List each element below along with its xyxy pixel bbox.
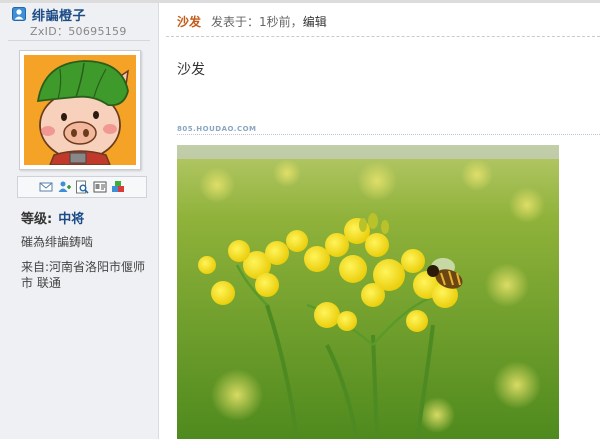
posted-prefix: 发表于： [211, 15, 260, 29]
user-online-icon [12, 7, 26, 21]
watermark-logo: 805.HOUDAO.COM [177, 125, 257, 133]
header-divider [166, 36, 600, 37]
divider [8, 40, 150, 41]
post-body: 沙发 [177, 62, 205, 78]
post-time: 1秒前 [259, 15, 291, 29]
post-photo[interactable] [177, 145, 559, 439]
user-rank: 等级: 中将 [21, 208, 84, 227]
separator: ， [290, 15, 303, 29]
post-header: 沙发 发表于：1秒前，编辑 [177, 13, 327, 30]
add-friend-icon[interactable] [57, 180, 71, 194]
user-bio: 磪為绯諞鋳啮 [21, 235, 94, 249]
search-icon[interactable] [75, 180, 89, 194]
message-icon[interactable] [39, 180, 53, 194]
profile-card-icon[interactable] [93, 180, 107, 194]
username-link[interactable]: 绯諞橙子 [32, 5, 86, 24]
watermark-divider [177, 134, 600, 135]
user-id: ZxID：50695159 [30, 25, 127, 38]
rank-value[interactable]: 中将 [58, 212, 84, 227]
user-action-bar [17, 176, 147, 198]
rank-label: 等级: [21, 212, 53, 227]
avatar-frame [19, 50, 141, 170]
user-name-row: 绯諞橙子 [12, 5, 86, 24]
sidebar-divider [158, 3, 159, 439]
user-location: 来自:河南省洛阳市偃师市 联通 [21, 260, 146, 290]
post-title[interactable]: 沙发 [177, 15, 201, 29]
blocks-icon[interactable] [111, 180, 125, 194]
edit-link[interactable]: 编辑 [303, 15, 327, 29]
avatar[interactable] [24, 55, 136, 165]
